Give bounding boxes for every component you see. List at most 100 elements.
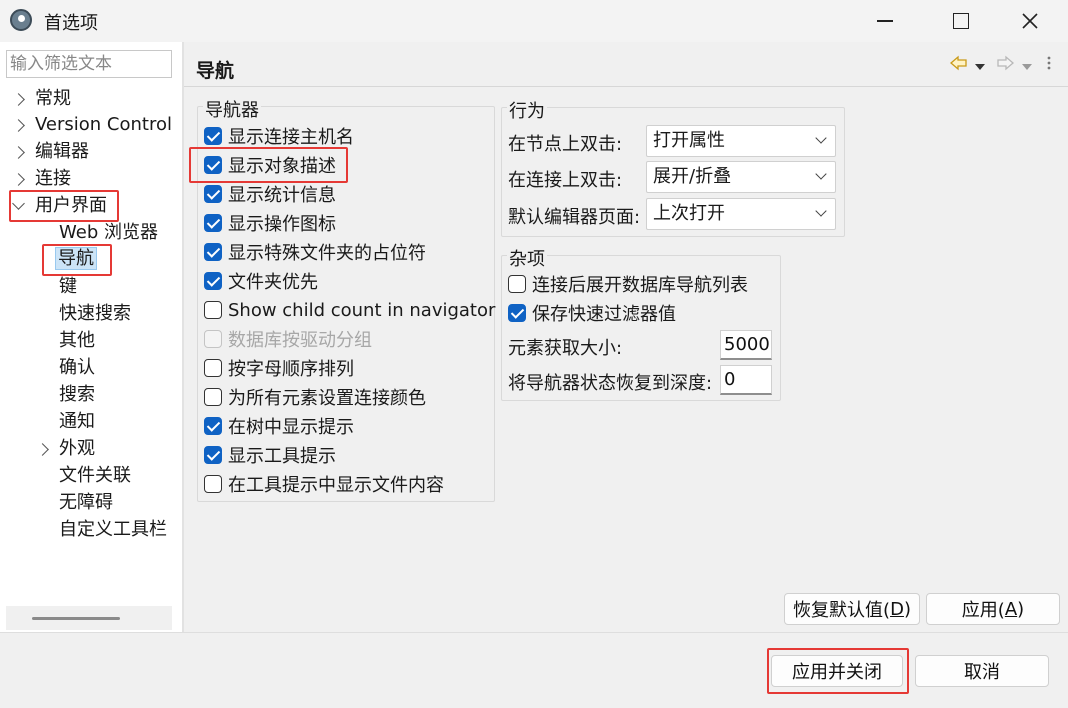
scrollbar-thumb[interactable] bbox=[32, 617, 120, 620]
tree-item-other[interactable]: 其他 bbox=[59, 328, 95, 354]
tree-item-keys[interactable]: 键 bbox=[59, 274, 77, 300]
minimize-icon bbox=[877, 20, 893, 22]
checkbox[interactable] bbox=[204, 185, 222, 203]
chevron-right-icon[interactable] bbox=[36, 443, 49, 456]
tree-item-label: 确认 bbox=[59, 357, 95, 378]
tree-item-file-associations[interactable]: 文件关联 bbox=[59, 463, 131, 489]
option-tooltip-file-content[interactable]: 在工具提示中显示文件内容 bbox=[204, 470, 444, 498]
mnemonic-key: A bbox=[1004, 598, 1018, 620]
chevron-right-icon[interactable] bbox=[12, 119, 25, 132]
restore-defaults-button[interactable]: 恢复默认值(D) bbox=[784, 593, 920, 625]
option-show-object-description[interactable]: 显示对象描述 bbox=[204, 151, 336, 179]
option-show-statistics[interactable]: 显示统计信息 bbox=[204, 180, 336, 208]
checkbox[interactable] bbox=[204, 301, 222, 319]
checkbox[interactable] bbox=[204, 272, 222, 290]
restore-depth-input[interactable]: 0 bbox=[720, 365, 772, 395]
node-double-click-label: 在节点上双击: bbox=[508, 134, 623, 155]
tree-item-label: 其他 bbox=[59, 330, 95, 351]
window-title: 首选项 bbox=[44, 13, 98, 34]
option-expand-after-connect[interactable]: 连接后展开数据库导航列表 bbox=[508, 270, 748, 298]
tree-item-quick-search[interactable]: 快速搜索 bbox=[59, 301, 131, 327]
checkbox[interactable] bbox=[204, 446, 222, 464]
option-connection-color-all[interactable]: 为所有元素设置连接颜色 bbox=[204, 383, 426, 411]
fetch-size-input[interactable]: 5000 bbox=[720, 330, 772, 360]
page-title: 导航 bbox=[196, 60, 235, 82]
maximize-button[interactable] bbox=[931, 0, 991, 42]
chevron-right-icon[interactable] bbox=[12, 93, 25, 106]
option-show-hints-in-tree[interactable]: 在树中显示提示 bbox=[204, 412, 354, 440]
apply-button[interactable]: 应用(A) bbox=[926, 593, 1060, 625]
checkbox-label: 在树中显示提示 bbox=[228, 417, 354, 438]
checkbox-label: 显示工具提示 bbox=[228, 446, 336, 467]
checkbox[interactable] bbox=[508, 275, 526, 293]
tree-item-customize-toolbar[interactable]: 自定义工具栏 bbox=[59, 517, 167, 543]
select-value: 展开/折叠 bbox=[653, 166, 732, 187]
option-folders-first[interactable]: 文件夹优先 bbox=[204, 267, 318, 295]
option-show-action-icons[interactable]: 显示操作图标 bbox=[204, 209, 336, 237]
tree-item-notifications[interactable]: 通知 bbox=[59, 409, 95, 435]
app-icon bbox=[10, 9, 32, 31]
tree-item-label: 常规 bbox=[35, 88, 71, 109]
option-special-folder-placeholders[interactable]: 显示特殊文件夹的占位符 bbox=[204, 238, 426, 266]
checkbox[interactable] bbox=[204, 156, 222, 174]
dropdown-icon[interactable] bbox=[974, 56, 986, 78]
dropdown-icon[interactable] bbox=[1021, 56, 1033, 78]
option-group-by-driver: 数据库按驱动分组 bbox=[204, 325, 372, 353]
chevron-down-icon[interactable] bbox=[12, 197, 25, 210]
checkbox-label: 连接后展开数据库导航列表 bbox=[532, 275, 748, 296]
checkbox-label: 显示特殊文件夹的占位符 bbox=[228, 243, 426, 264]
tree-item-accessibility[interactable]: 无障碍 bbox=[59, 490, 113, 516]
checkbox[interactable] bbox=[204, 417, 222, 435]
checkbox-label: 保存快速过滤器值 bbox=[532, 304, 676, 325]
close-button[interactable] bbox=[1000, 0, 1060, 42]
checkbox-label: Show child count in navigator bbox=[228, 299, 496, 321]
option-sort-alphabetically[interactable]: 按字母顺序排列 bbox=[204, 354, 354, 382]
tree-item-confirmations[interactable]: 确认 bbox=[59, 355, 95, 381]
close-icon bbox=[1022, 13, 1038, 29]
cancel-button[interactable]: 取消 bbox=[915, 655, 1049, 687]
option-show-host-name[interactable]: 显示连接主机名 bbox=[204, 122, 354, 150]
checkbox[interactable] bbox=[204, 359, 222, 377]
mnemonic-key: D bbox=[890, 598, 904, 620]
horizontal-scrollbar[interactable] bbox=[6, 606, 172, 630]
fetch-size-label: 元素获取大小: bbox=[508, 338, 623, 359]
checkbox-label: 显示对象描述 bbox=[228, 156, 336, 177]
checkbox[interactable] bbox=[204, 475, 222, 493]
checkbox[interactable] bbox=[204, 127, 222, 145]
filter-input[interactable] bbox=[6, 50, 172, 78]
option-save-filter-values[interactable]: 保存快速过滤器值 bbox=[508, 299, 676, 327]
checkbox-label: 显示统计信息 bbox=[228, 185, 336, 206]
forward-arrow-icon[interactable] bbox=[996, 52, 1014, 74]
checkbox-label: 数据库按驱动分组 bbox=[228, 330, 372, 351]
tree-item-label: 搜索 bbox=[59, 384, 95, 405]
tree-item-navigator[interactable]: 导航 bbox=[55, 246, 97, 272]
node-double-click-select[interactable]: 打开属性 bbox=[646, 125, 836, 157]
option-show-tooltips[interactable]: 显示工具提示 bbox=[204, 441, 336, 469]
checkbox[interactable] bbox=[204, 214, 222, 232]
connection-double-click-select[interactable]: 展开/折叠 bbox=[646, 161, 836, 193]
checkbox[interactable] bbox=[204, 243, 222, 261]
checkbox-label: 按字母顺序排列 bbox=[228, 359, 354, 380]
apply-and-close-button[interactable]: 应用并关闭 bbox=[771, 655, 903, 687]
chevron-down-icon bbox=[815, 205, 827, 217]
tree-item-web-browser[interactable]: Web 浏览器 bbox=[59, 220, 158, 246]
preferences-tree-pane: 常规 Version Control 编辑器 连接 用户界面 Web 浏览器 导… bbox=[0, 42, 182, 632]
connection-double-click-label: 在连接上双击: bbox=[508, 170, 623, 191]
chevron-right-icon[interactable] bbox=[12, 173, 25, 186]
tree-item-label: 快速搜索 bbox=[59, 303, 131, 324]
chevron-right-icon[interactable] bbox=[12, 146, 25, 159]
checkbox[interactable] bbox=[204, 388, 222, 406]
default-editor-page-select[interactable]: 上次打开 bbox=[646, 198, 836, 230]
option-show-child-count[interactable]: Show child count in navigator bbox=[204, 296, 495, 324]
minimize-button[interactable] bbox=[855, 0, 915, 42]
checkbox[interactable] bbox=[508, 304, 526, 322]
title-bar: 首选项 bbox=[0, 0, 1068, 42]
preference-page: 导航 导航器 显示连接主机名 显示对象描述 显示统计信息 显示操作图标 显示特殊… bbox=[184, 42, 1068, 632]
tree-item-label: 外观 bbox=[59, 438, 95, 459]
more-vert-icon[interactable] bbox=[1046, 52, 1052, 74]
tree-item-label: 无障碍 bbox=[59, 492, 113, 513]
tree-item-search[interactable]: 搜索 bbox=[59, 382, 95, 408]
checkbox-label: 显示连接主机名 bbox=[228, 127, 354, 148]
back-arrow-icon[interactable] bbox=[950, 52, 968, 74]
tree-item-label: 自定义工具栏 bbox=[59, 519, 167, 540]
